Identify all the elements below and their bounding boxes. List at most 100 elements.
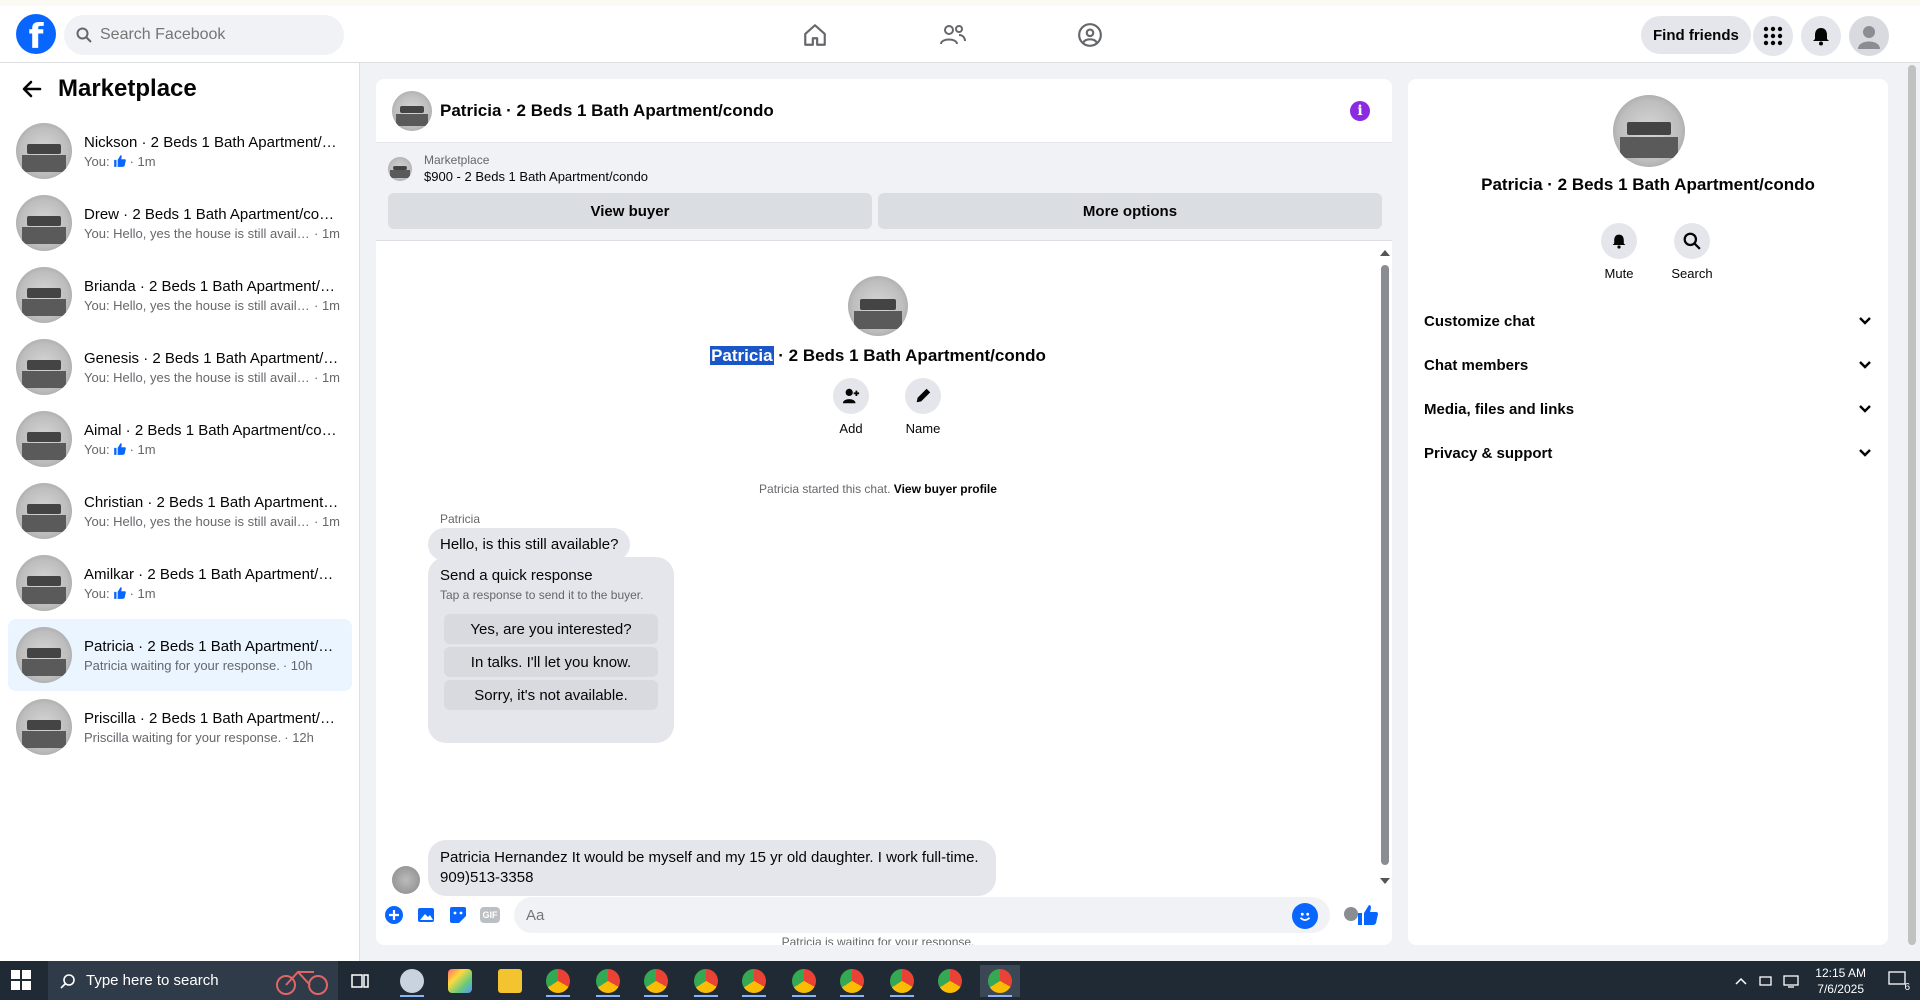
chat-started-notice: Patricia started this chat. View buyer p… bbox=[376, 482, 1380, 496]
conversation-title: Genesis · 2 Beds 1 Bath Apartment/condo bbox=[84, 349, 340, 367]
conversation-thumbnail bbox=[16, 627, 72, 683]
network-icon[interactable] bbox=[1783, 974, 1799, 988]
highlighted-name: Patricia bbox=[710, 346, 774, 365]
emoji-icon[interactable] bbox=[1292, 903, 1318, 929]
more-options-button[interactable]: More options bbox=[878, 193, 1382, 229]
preview-text: You: Hello, yes the house is still avail… bbox=[84, 513, 311, 529]
sender-name: Patricia bbox=[440, 512, 481, 526]
preview-time: · 10h bbox=[282, 657, 313, 673]
chevron-down-icon bbox=[1859, 317, 1871, 325]
quick-response-yes[interactable]: Yes, are you interested? bbox=[444, 614, 658, 644]
facebook-logo-icon[interactable]: f bbox=[16, 14, 56, 54]
chrome-icon[interactable] bbox=[538, 965, 578, 997]
chrome-icon-active[interactable] bbox=[980, 965, 1020, 997]
back-arrow-icon[interactable] bbox=[20, 77, 44, 101]
bell-icon[interactable] bbox=[1801, 16, 1841, 56]
thread-profile-name-rest: · 2 Beds 1 Bath Apartment/condo bbox=[773, 346, 1046, 365]
name-chat-button[interactable]: Name bbox=[898, 378, 948, 436]
quick-response-in-talks[interactable]: In talks. I'll let you know. bbox=[444, 647, 658, 677]
scroll-up-icon[interactable] bbox=[1380, 249, 1390, 257]
search-in-chat-button[interactable]: Search bbox=[1662, 223, 1722, 281]
conversation-preview: You: · 1m bbox=[84, 154, 340, 169]
conversation-item[interactable]: Aimal · 2 Beds 1 Bath Apartment/condo You… bbox=[8, 403, 352, 475]
add-people-button[interactable]: Add bbox=[826, 378, 876, 436]
preview-text: You: bbox=[84, 585, 110, 601]
menu-grid-icon[interactable] bbox=[1753, 16, 1793, 56]
page-scrollbar-thumb[interactable] bbox=[1908, 65, 1916, 945]
details-avatar[interactable] bbox=[1613, 95, 1685, 167]
chrome-icon[interactable] bbox=[734, 965, 774, 997]
view-buyer-button[interactable]: View buyer bbox=[388, 193, 872, 229]
privacy-support-section[interactable]: Privacy & support bbox=[1424, 431, 1872, 475]
quick-response-title: Send a quick response bbox=[440, 567, 593, 584]
listing-info[interactable]: Marketplace $900 - 2 Beds 1 Bath Apartme… bbox=[388, 153, 648, 184]
scroll-down-icon[interactable] bbox=[1380, 877, 1390, 885]
bell-icon bbox=[1601, 223, 1637, 259]
chrome-icon[interactable] bbox=[930, 965, 970, 997]
taskbar-search[interactable]: Type here to search bbox=[48, 961, 338, 1000]
search-input[interactable] bbox=[100, 26, 320, 44]
section-label: Chat members bbox=[1424, 356, 1529, 374]
profile-icon[interactable] bbox=[1849, 16, 1889, 56]
preview-text: You: Hello, yes the house is still avail… bbox=[84, 297, 311, 313]
file-explorer-icon[interactable] bbox=[490, 965, 530, 997]
info-icon[interactable]: i bbox=[1350, 101, 1370, 121]
section-label: Media, files and links bbox=[1424, 400, 1575, 418]
chrome-icon[interactable] bbox=[882, 965, 922, 997]
gif-icon[interactable]: GIF bbox=[480, 907, 500, 923]
conversation-item[interactable]: Patricia · 2 Beds 1 Bath Apartment/condo… bbox=[8, 619, 352, 691]
conversation-item[interactable]: Brianda · 2 Beds 1 Bath Apartment/condo Y… bbox=[8, 259, 352, 331]
quick-response-not-available[interactable]: Sorry, it's not available. bbox=[444, 680, 658, 710]
friends-icon[interactable] bbox=[938, 20, 968, 50]
notification-center-icon[interactable]: 6 bbox=[1888, 970, 1910, 993]
conversation-item[interactable]: Drew · 2 Beds 1 Bath Apartment/condo You:… bbox=[8, 187, 352, 259]
chat-members-section[interactable]: Chat members bbox=[1424, 343, 1872, 387]
thread-profile-avatar[interactable] bbox=[848, 276, 908, 336]
conversation-preview: You: Hello, yes the house is still avail… bbox=[84, 226, 340, 241]
quick-response-subtitle: Tap a response to send it to the buyer. bbox=[440, 588, 644, 602]
windows-start-icon[interactable] bbox=[10, 969, 32, 991]
thumbs-up-icon[interactable] bbox=[1356, 903, 1380, 927]
conversation-thumbnail bbox=[16, 195, 72, 251]
sticker-icon[interactable] bbox=[448, 905, 468, 925]
conversation-preview: You: · 1m bbox=[84, 442, 340, 457]
chat-header-avatar[interactable] bbox=[392, 90, 432, 131]
home-icon[interactable] bbox=[800, 20, 830, 50]
conversation-title: Patricia · 2 Beds 1 Bath Apartment/condo bbox=[84, 637, 340, 655]
message-input-box[interactable] bbox=[514, 897, 1330, 933]
photo-icon[interactable] bbox=[416, 905, 436, 925]
add-person-icon bbox=[833, 378, 869, 414]
plus-icon[interactable] bbox=[384, 905, 404, 925]
page-scrollbar[interactable] bbox=[1904, 63, 1920, 961]
battery-icon[interactable] bbox=[1759, 974, 1773, 988]
chat-header-title[interactable]: Patricia · 2 Beds 1 Bath Apartment/condo bbox=[440, 101, 774, 121]
conversation-item[interactable]: Nickson · 2 Beds 1 Bath Apartment/condo Y… bbox=[8, 115, 352, 187]
conversation-item[interactable]: Christian · 2 Beds 1 Bath Apartment/cond… bbox=[8, 475, 352, 547]
customize-chat-section[interactable]: Customize chat bbox=[1424, 299, 1872, 343]
find-friends-button[interactable]: Find friends bbox=[1641, 16, 1751, 54]
chrome-icon[interactable] bbox=[636, 965, 676, 997]
message-input[interactable] bbox=[526, 906, 1286, 924]
view-buyer-profile-link[interactable]: View buyer profile bbox=[894, 482, 997, 496]
scrollbar-thumb[interactable] bbox=[1381, 265, 1389, 865]
media-files-links-section[interactable]: Media, files and links bbox=[1424, 387, 1872, 431]
app-icon-1[interactable] bbox=[392, 965, 432, 997]
search-icon bbox=[76, 27, 92, 43]
chrome-icon[interactable] bbox=[686, 965, 726, 997]
conversation-item[interactable]: Genesis · 2 Beds 1 Bath Apartment/condo Y… bbox=[8, 331, 352, 403]
thread-scrollbar[interactable] bbox=[1379, 249, 1390, 889]
groups-icon[interactable] bbox=[1075, 20, 1105, 50]
conversation-item[interactable]: Amilkar · 2 Beds 1 Bath Apartment/condo Y… bbox=[8, 547, 352, 619]
conversation-thumbnail bbox=[16, 483, 72, 539]
taskbar-clock[interactable]: 12:15 AM 7/6/2025 bbox=[1815, 965, 1866, 997]
mute-button[interactable]: Mute bbox=[1589, 223, 1649, 281]
chrome-icon[interactable] bbox=[588, 965, 628, 997]
chrome-icon[interactable] bbox=[832, 965, 872, 997]
task-view-icon[interactable] bbox=[340, 965, 380, 997]
app-icon-2[interactable] bbox=[440, 965, 480, 997]
chevron-up-icon[interactable] bbox=[1735, 977, 1747, 985]
conversation-item[interactable]: Priscilla · 2 Beds 1 Bath Apartment/cond… bbox=[8, 691, 352, 763]
search-facebook[interactable] bbox=[64, 15, 344, 55]
chrome-icon[interactable] bbox=[784, 965, 824, 997]
conversation-title: Amilkar · 2 Beds 1 Bath Apartment/condo bbox=[84, 565, 340, 583]
